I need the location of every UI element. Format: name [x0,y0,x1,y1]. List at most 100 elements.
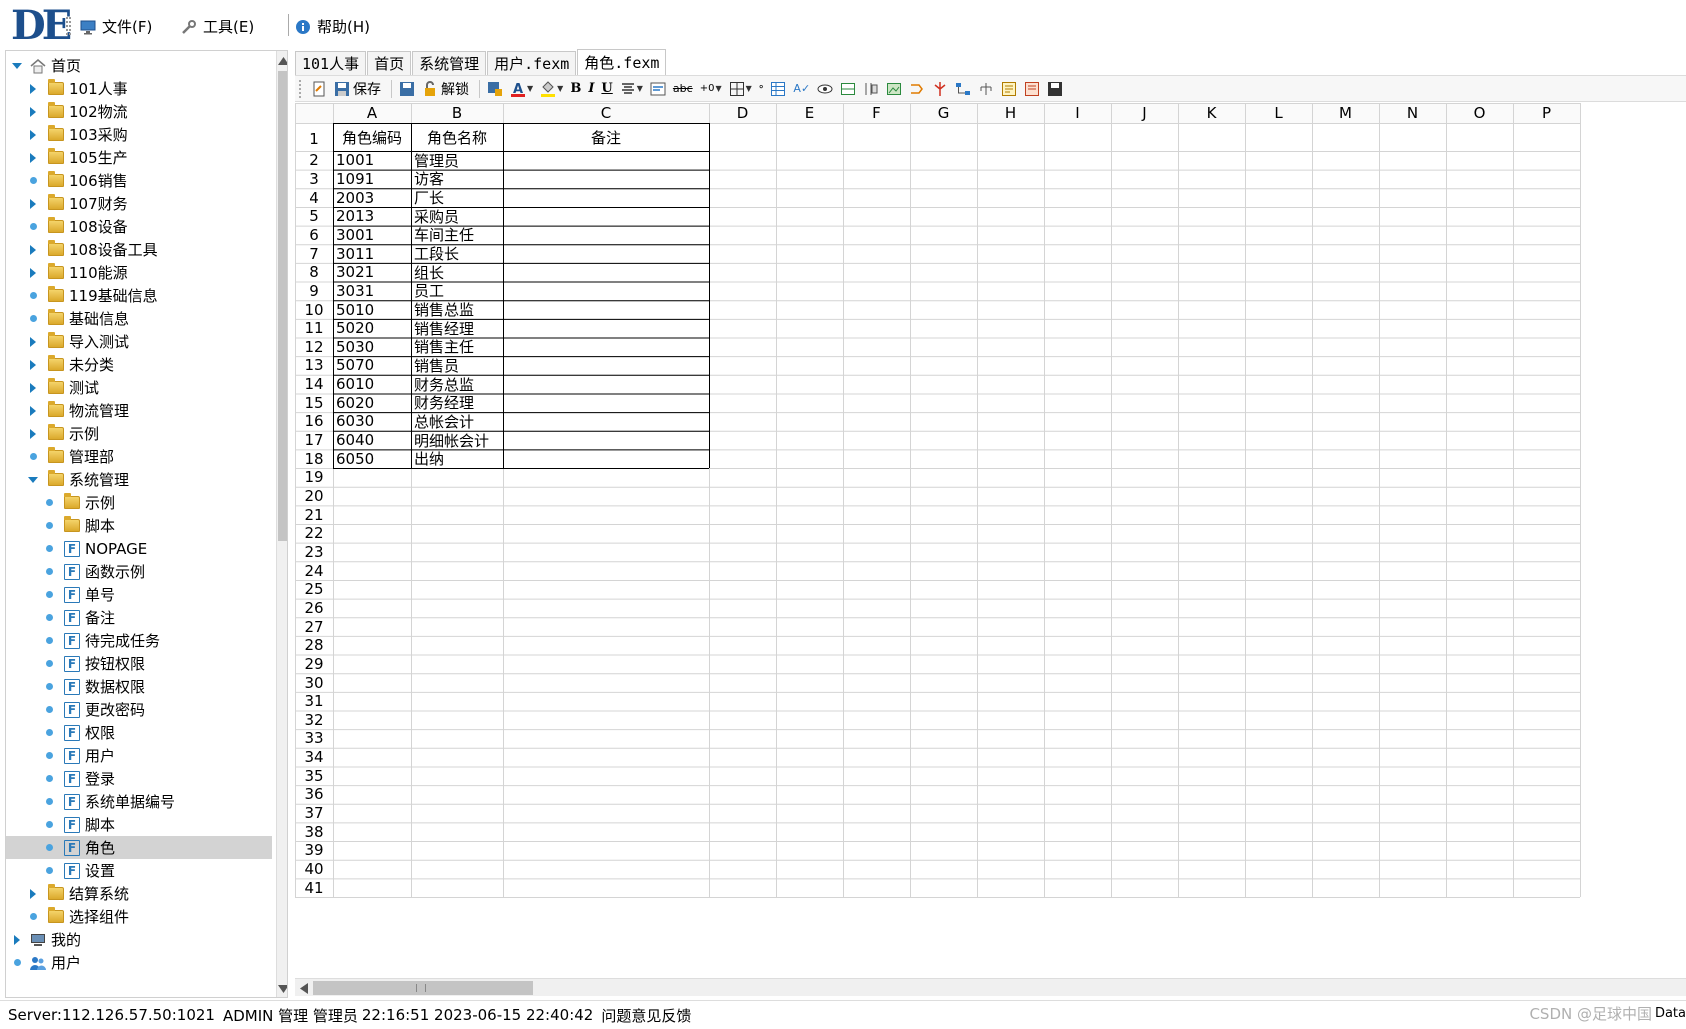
data-cell[interactable]: 6050 [333,449,411,468]
data-cell[interactable]: 员工 [411,282,503,300]
sheet-scroll-thumb[interactable] [313,981,533,995]
borders-button[interactable]: ▼ [727,78,754,100]
new-page-button[interactable] [309,78,329,100]
table-button[interactable] [768,78,788,100]
row-header[interactable]: 16 [295,412,333,431]
toolbar-grip[interactable] [299,79,303,98]
data-cell[interactable] [503,244,709,263]
wrap-text-button[interactable] [648,78,668,100]
column-header[interactable]: K [1178,103,1245,123]
collapsed-arrow-icon[interactable] [26,197,40,211]
export-button[interactable] [1045,78,1065,100]
number-format-button[interactable]: +0 ▼ [698,78,724,100]
data-cell[interactable]: 3021 [333,263,411,282]
collapsed-arrow-icon[interactable] [26,887,40,901]
column-header[interactable]: O [1446,103,1513,123]
tab[interactable]: 101人事 [295,51,367,75]
row-header[interactable]: 9 [295,282,333,301]
column-header[interactable]: M [1312,103,1379,123]
menu-grip[interactable] [66,17,71,35]
tree-item[interactable]: 示例 [6,422,272,445]
row-header[interactable]: 8 [295,263,333,282]
data-cell[interactable]: 1091 [333,170,411,189]
tree-item[interactable]: 选择组件 [6,905,272,928]
data-cell[interactable]: 总帐会计 [411,412,503,431]
row-header[interactable]: 23 [295,543,333,562]
column-header[interactable]: P [1513,103,1580,123]
column-header[interactable]: E [776,103,843,123]
underline-button[interactable]: U [599,78,614,100]
data-cell[interactable]: 访客 [411,170,503,188]
data-cell[interactable] [503,207,709,226]
font-color-button[interactable]: A ▼ [508,78,535,100]
row-header[interactable]: 10 [295,300,333,319]
data-cell[interactable] [503,449,709,468]
italic-button[interactable]: I [586,78,596,100]
unlock-button[interactable]: 解锁 [420,78,471,100]
collapsed-arrow-icon[interactable] [26,404,40,418]
tree-button[interactable] [976,78,996,100]
expanded-arrow-icon[interactable] [26,473,40,487]
row-header[interactable]: 5 [295,207,333,226]
row-header[interactable]: 18 [295,449,333,468]
data-cell[interactable]: 财务总监 [411,375,503,394]
row-header[interactable]: 31 [295,692,333,711]
tree-item[interactable]: F 数据权限 [6,675,272,698]
row-header[interactable]: 3 [295,170,333,189]
data-cell[interactable]: 厂长 [411,188,503,207]
image-button[interactable] [884,78,904,100]
insert-row-button[interactable] [838,78,858,100]
tree-item[interactable]: F 更改密码 [6,698,272,721]
split-button[interactable] [930,78,950,100]
tree-item[interactable]: F 用户 [6,744,272,767]
tree-item[interactable]: F 登录 [6,767,272,790]
data-cell[interactable] [503,338,709,357]
data-cell[interactable] [503,188,709,207]
bold-button[interactable]: B [568,78,583,100]
lock-save-button[interactable] [485,78,505,100]
data-cell[interactable]: 6040 [333,431,411,450]
collapsed-arrow-icon[interactable] [26,82,40,96]
header-cell[interactable]: 角色名称 [411,123,503,151]
row-header[interactable]: 39 [295,841,333,860]
column-header[interactable]: D [709,103,776,123]
scroll-down-arrow-icon[interactable] [277,981,287,997]
tree-item[interactable]: F 设置 [6,859,272,882]
menu-help[interactable]: 帮助(H) [295,16,370,37]
data-cell[interactable]: 销售主任 [411,338,503,356]
row-header[interactable]: 19 [295,468,333,487]
row-header[interactable]: 27 [295,617,333,636]
data-cell[interactable]: 5070 [333,356,411,375]
row-header[interactable]: 17 [295,431,333,450]
data-cell[interactable] [503,282,709,301]
data-cell[interactable] [503,319,709,338]
data-cell[interactable] [503,263,709,282]
collapsed-arrow-icon[interactable] [10,933,24,947]
tree-item[interactable]: 110能源 [6,261,272,284]
column-header[interactable]: L [1245,103,1312,123]
tree-item[interactable]: F 权限 [6,721,272,744]
data-cell[interactable] [503,431,709,450]
tree-item[interactable]: 示例 [6,491,272,514]
data-cell[interactable]: 5030 [333,338,411,357]
font-button[interactable]: ᐤ [757,78,766,100]
data-cell[interactable]: 5010 [333,300,411,319]
tab[interactable]: 用户.fexm [487,51,577,75]
tree-item[interactable]: 系统管理 [6,468,272,491]
data-cell[interactable]: 3031 [333,282,411,301]
data-cell[interactable]: 销售员 [411,356,503,375]
tree-item[interactable]: 用户 [6,951,272,974]
row-header[interactable]: 13 [295,356,333,375]
row-header[interactable]: 22 [295,524,333,543]
data-cell[interactable]: 3001 [333,226,411,245]
tree-item[interactable]: 105生产 [6,146,272,169]
data-cell[interactable]: 管理员 [411,151,503,170]
data-cell[interactable] [503,151,709,170]
tree-item[interactable]: F 角色 [6,836,272,859]
collapsed-arrow-icon[interactable] [26,358,40,372]
save-as-button[interactable] [397,78,417,100]
tree-item[interactable]: F 脚本 [6,813,272,836]
data-cell[interactable]: 出纳 [411,449,503,468]
tree-item[interactable]: 102物流 [6,100,272,123]
data-cell[interactable] [503,226,709,245]
